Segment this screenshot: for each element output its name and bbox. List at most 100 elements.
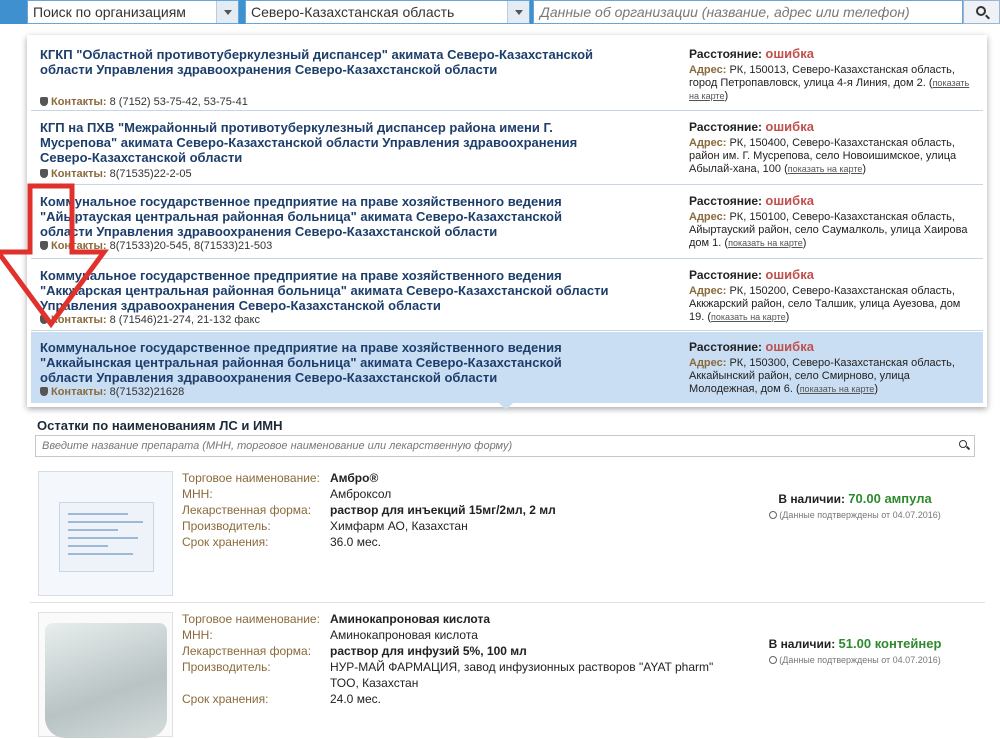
drug-item: Торговое наименование: Аминокапроновая ки…	[30, 606, 985, 739]
address-label: Адрес:	[689, 137, 727, 149]
org-name[interactable]: Коммунальное государственное предприятие…	[40, 268, 610, 313]
address-label: Адрес:	[689, 357, 727, 369]
address-value: РК, 150013, Северо-Казахстанская область…	[689, 64, 955, 89]
org-name[interactable]: Коммунальное государственное предприятие…	[40, 340, 610, 385]
clock-icon	[769, 656, 778, 664]
inn-value: Аминокапроновая кислота	[330, 628, 478, 642]
contacts-value: 8(71532)21628	[109, 386, 185, 398]
drug-properties: Торговое наименование: Аминокапроновая ки…	[182, 611, 730, 707]
drug-image[interactable]	[38, 612, 173, 738]
confirmed-date: (Данные подтверждены от 04.07.2016)	[779, 655, 941, 665]
distance-value: ошибка	[765, 267, 814, 282]
distance-label: Расстояние:	[689, 120, 763, 134]
org-item[interactable]: КГП на ПХВ "Межрайонный противотуберкуле…	[31, 112, 983, 185]
phone-icon	[40, 97, 48, 106]
search-type-select[interactable]: Поиск по организациям	[27, 0, 239, 24]
distance-value: ошибка	[765, 339, 814, 354]
show-on-map-link[interactable]: показать на карте	[728, 238, 803, 248]
org-item-selected[interactable]: Коммунальное государственное предприятие…	[31, 332, 983, 403]
search-type-value: Поиск по организациям	[33, 4, 186, 20]
contacts-label: Контакты:	[51, 386, 107, 398]
distance-label: Расстояние:	[689, 194, 763, 208]
search-icon[interactable]	[959, 440, 967, 448]
chevron-down-icon[interactable]	[507, 1, 529, 23]
distance-value: ошибка	[765, 46, 814, 61]
org-location: Расстояние: ошибка Адрес: РК, 150100, Се…	[689, 194, 974, 250]
drug-properties: Торговое наименование: Амбро® МНН: Амброкс…	[182, 470, 730, 550]
form-label: Лекарственная форма:	[182, 503, 312, 517]
show-on-map-link[interactable]: показать на карте	[800, 384, 875, 394]
distance-value: ошибка	[765, 119, 814, 134]
distance: Расстояние: ошибка	[689, 194, 974, 208]
inn-label: МНН:	[182, 628, 213, 642]
region-value: Северо-Казахстанская область	[251, 4, 455, 20]
distance: Расстояние: ошибка	[689, 47, 974, 61]
stock-info: В наличии: 70.00 ампула (Данные подтверж…	[750, 491, 960, 521]
in-stock-value: 51.00 контейнер	[838, 636, 942, 651]
show-on-map-link[interactable]: показать на карте	[788, 164, 863, 174]
org-name[interactable]: КГКП "Областной противотуберкулезный дис…	[40, 47, 610, 77]
distance: Расстояние: ошибка	[689, 340, 974, 354]
chevron-down-icon[interactable]	[216, 1, 238, 23]
org-location: Расстояние: ошибка Адрес: РК, 150013, Се…	[689, 47, 974, 103]
org-item[interactable]: Коммунальное государственное предприятие…	[31, 260, 983, 331]
org-name[interactable]: Коммунальное государственное предприятие…	[40, 194, 610, 239]
distance-label: Расстояние:	[689, 268, 763, 282]
clock-icon	[769, 511, 778, 519]
show-on-map-link[interactable]: показать на карте	[711, 312, 786, 322]
distance-label: Расстояние:	[689, 47, 763, 61]
org-search-button[interactable]	[963, 0, 1000, 24]
contacts-label: Контакты:	[51, 168, 107, 180]
confirmed-date: (Данные подтверждены от 04.07.2016)	[779, 510, 941, 520]
contacts-value: 8(71533)20-545, 8(71533)21-503	[109, 240, 273, 252]
manufacturer-value: Химфарм АО, Казахстан	[330, 519, 468, 533]
shelf-life-label: Срок хранения:	[182, 692, 269, 706]
search-icon	[976, 6, 986, 16]
contacts-value: 8(71535)22-2-05	[109, 168, 192, 180]
infusion-bag-image	[45, 623, 167, 738]
org-search-input[interactable]: Данные об организации (название, адрес и…	[533, 0, 963, 24]
trade-name-label: Торговое наименование:	[182, 471, 320, 485]
region-select[interactable]: Северо-Казахстанская область	[245, 0, 530, 24]
trade-name-value: Амбро®	[330, 471, 379, 485]
drug-search-input[interactable]: Введите название препарата (МНН, торгово…	[35, 435, 975, 457]
inn-label: МНН:	[182, 487, 213, 501]
org-location: Расстояние: ошибка Адрес: РК, 150200, Се…	[689, 268, 974, 324]
address-label: Адрес:	[689, 211, 727, 223]
phone-icon	[40, 387, 48, 396]
shelf-life-value: 24.0 мес.	[330, 692, 381, 706]
org-item[interactable]: КГКП "Областной противотуберкулезный дис…	[31, 39, 983, 111]
trade-name-value: Аминокапроновая кислота	[330, 612, 490, 626]
address-label: Адрес:	[689, 285, 727, 297]
stock-info: В наличии: 51.00 контейнер (Данные подтв…	[750, 636, 960, 666]
org-item[interactable]: Коммунальное государственное предприятие…	[31, 186, 983, 259]
annotation-arrow-icon	[0, 183, 109, 329]
shelf-life-value: 36.0 мес.	[330, 535, 381, 549]
form-value: раствор для инъекций 15мг/2мл, 2 мл	[330, 503, 556, 517]
distance-value: ошибка	[765, 193, 814, 208]
org-contacts: Контакты: 8(71535)22-2-05	[40, 168, 192, 180]
manufacturer-label: Производитель:	[182, 519, 271, 533]
contacts-label: Контакты:	[51, 96, 107, 108]
organization-list: КГКП "Областной противотуберкулезный дис…	[27, 35, 987, 407]
top-search-bar: Поиск по организациям Северо-Казахстанск…	[0, 0, 1000, 24]
selected-pointer	[496, 400, 516, 410]
contacts-value: 8 (7152) 53-75-42, 53-75-41	[109, 96, 248, 108]
drug-image[interactable]	[38, 471, 173, 596]
contacts-value: 8 (71546)21-274, 21-132 факс	[109, 314, 260, 326]
drugs-section-title: Остатки по наименованиям ЛС и ИМН	[37, 418, 283, 433]
document-image	[59, 502, 154, 572]
form-label: Лекарственная форма:	[182, 644, 312, 658]
shelf-life-label: Срок хранения:	[182, 535, 269, 549]
in-stock-label: В наличии:	[778, 492, 845, 506]
org-location: Расстояние: ошибка Адрес: РК, 150300, Се…	[689, 340, 974, 396]
trade-name-label: Торговое наименование:	[182, 612, 320, 626]
org-contacts: Контакты: 8(71532)21628	[40, 386, 184, 398]
org-contacts: Контакты: 8 (7152) 53-75-42, 53-75-41	[40, 96, 248, 108]
address-label: Адрес:	[689, 64, 727, 76]
distance: Расстояние: ошибка	[689, 120, 974, 134]
drug-item: Торговое наименование: Амбро® МНН: Амброкс…	[30, 465, 985, 603]
manufacturer-label: Производитель:	[182, 660, 271, 674]
manufacturer-value: НУР-МАЙ ФАРМАЦИЯ, завод инфузионных раст…	[330, 660, 714, 690]
org-name[interactable]: КГП на ПХВ "Межрайонный противотуберкуле…	[40, 120, 610, 165]
